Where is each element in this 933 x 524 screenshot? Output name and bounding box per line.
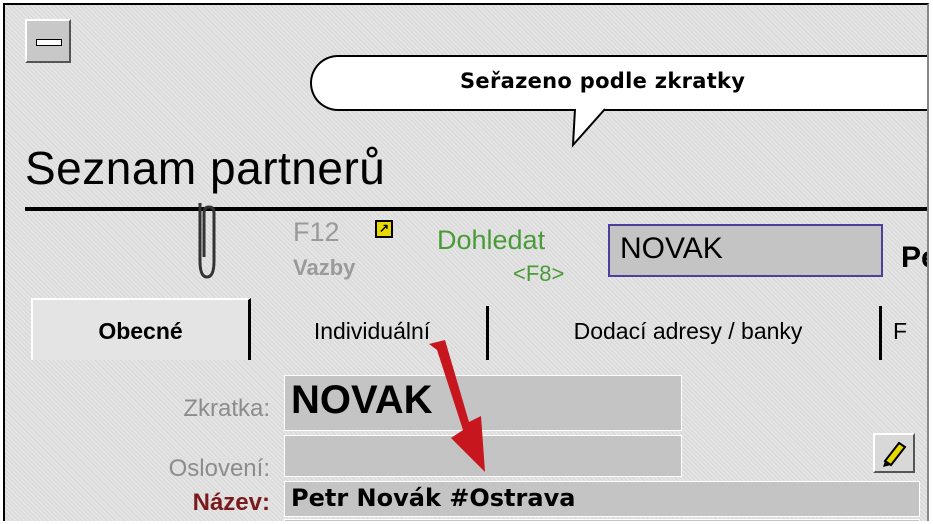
tab-truncated[interactable]: F: [893, 306, 927, 360]
tab-separator: [879, 306, 882, 360]
dohledat-label[interactable]: Dohledat: [437, 225, 545, 256]
search-input[interactable]: NOVAK: [608, 224, 883, 277]
zkratka-label: Zkratka:: [183, 395, 270, 422]
title-rule: [25, 207, 927, 211]
f12-label[interactable]: F12: [293, 217, 340, 248]
vazby-label[interactable]: Vazby: [293, 255, 355, 281]
callout-text: Seřazeno podle zkratky: [460, 69, 746, 93]
app-window: Seřazeno podle zkratky Seznam partnerů F…: [3, 3, 929, 521]
edit-button[interactable]: [873, 433, 915, 473]
nazev-label: Název:: [192, 489, 270, 516]
f8-shortcut: <F8>: [513, 261, 565, 286]
window-title: Seznam partnerů: [25, 142, 386, 194]
system-menu-icon[interactable]: [25, 19, 71, 63]
tab-dodaci-adresy[interactable]: Dodací adresy / banky: [493, 306, 883, 360]
truncated-label: Pe: [901, 241, 927, 274]
red-arrow-icon: [429, 340, 485, 472]
pencil-icon: [883, 441, 907, 467]
link-arrow-icon[interactable]: ↗: [375, 220, 393, 238]
paperclip-icon[interactable]: [191, 199, 221, 285]
osloveni-label: Oslovení:: [168, 455, 270, 482]
next-field[interactable]: [284, 519, 920, 521]
callout-tail: [571, 108, 606, 148]
nazev-field[interactable]: Petr Novák #Ostrava: [284, 481, 920, 517]
tab-obecne[interactable]: Obecné: [31, 298, 251, 360]
